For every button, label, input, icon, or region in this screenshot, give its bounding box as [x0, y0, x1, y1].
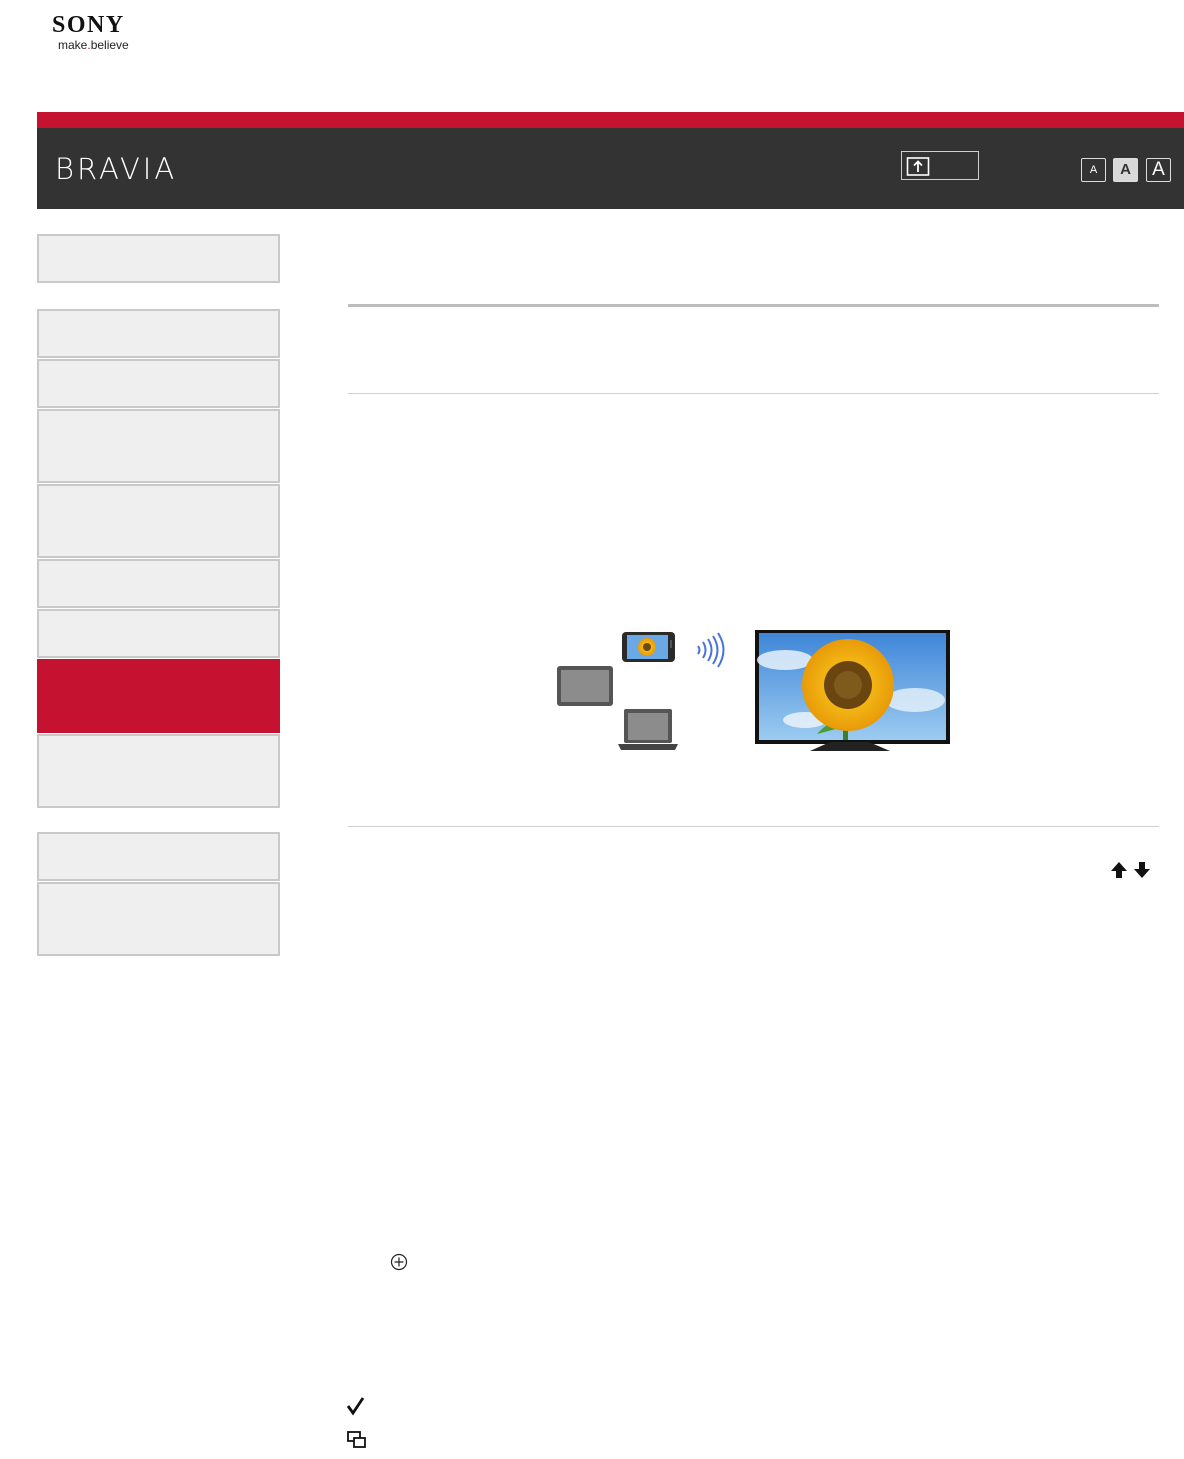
- arrow-down-icon[interactable]: [1133, 860, 1151, 880]
- tv-sunflower-icon: [755, 630, 950, 751]
- smartphone-icon: [622, 632, 675, 662]
- sidebar-item-label: [39, 411, 278, 431]
- sidebar-item-label: [39, 661, 278, 681]
- section-divider: [348, 826, 1159, 827]
- sidebar-item-9[interactable]: [37, 832, 280, 881]
- font-size-small-button[interactable]: A: [1081, 158, 1106, 182]
- laptop-icon: [618, 709, 678, 750]
- sidebar-item-label: [39, 736, 278, 756]
- screen-mirroring-illustration: [557, 630, 950, 751]
- font-size-medium-button[interactable]: A: [1113, 158, 1138, 182]
- sidebar-item-6[interactable]: [37, 609, 280, 658]
- wireless-signal-icon: [697, 632, 725, 668]
- sidebar-item-label: [39, 834, 278, 854]
- sidebar-item-8[interactable]: [37, 734, 280, 808]
- sidebar-item-label: [39, 486, 278, 506]
- page-navigation: [1110, 860, 1154, 880]
- sidebar-item-label: [39, 611, 278, 631]
- sidebar-item-label: [39, 311, 278, 331]
- sidebar-item-10[interactable]: [37, 882, 280, 956]
- sidebar-item-label: [39, 561, 278, 581]
- header-bar: BRAVIA A A A: [37, 128, 1184, 209]
- sony-logo: SONY make.believe: [52, 12, 129, 52]
- arrow-up-icon[interactable]: [1110, 860, 1128, 880]
- sidebar-item-2[interactable]: [37, 359, 280, 408]
- title-divider: [348, 304, 1159, 307]
- sidebar-item-3[interactable]: [37, 409, 280, 483]
- checkmark-icon: [346, 1397, 365, 1416]
- upload-button[interactable]: [901, 151, 979, 180]
- sidebar-item-7-active[interactable]: [37, 659, 280, 733]
- upload-icon: [906, 157, 930, 176]
- accent-bar: [37, 112, 1184, 128]
- sidebar-item-1[interactable]: [37, 309, 280, 358]
- screen-mirroring-icon: [347, 1431, 366, 1448]
- sidebar-item-label: [39, 361, 278, 381]
- tablet-icon: [557, 666, 613, 706]
- section-divider: [348, 393, 1159, 394]
- sony-wordmark: SONY: [52, 12, 125, 38]
- circle-plus-icon: [390, 1253, 408, 1271]
- product-title: BRAVIA: [55, 152, 178, 186]
- sidebar-item-5[interactable]: [37, 559, 280, 608]
- font-size-large-button[interactable]: A: [1146, 158, 1171, 182]
- sidebar-item-4[interactable]: [37, 484, 280, 558]
- sidebar-item-top[interactable]: [37, 234, 280, 283]
- sidebar-item-label: [39, 236, 278, 256]
- sidebar-item-label: [39, 884, 278, 904]
- sony-tagline: make.believe: [58, 38, 129, 52]
